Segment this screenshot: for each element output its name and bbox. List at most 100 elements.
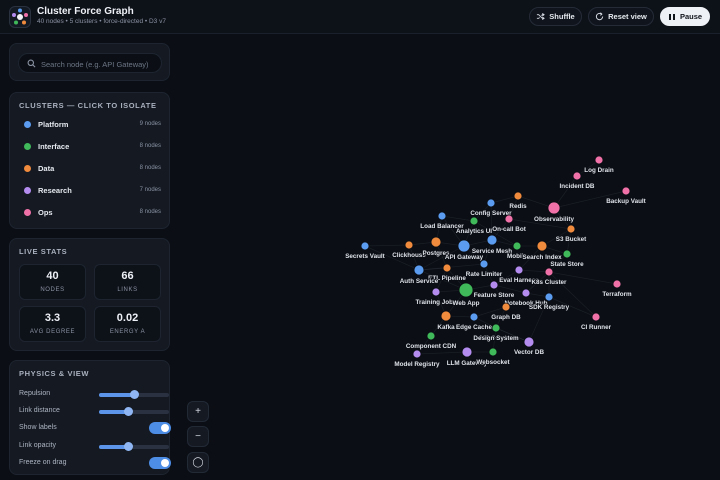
- search-panel: [9, 43, 170, 81]
- node-circle[interactable]: [562, 249, 572, 259]
- cluster-color-dot: [24, 187, 31, 194]
- node-circle[interactable]: [479, 259, 489, 269]
- node-circle[interactable]: [504, 214, 514, 224]
- show-labels-toggle[interactable]: [149, 422, 171, 434]
- node-circle[interactable]: [431, 287, 441, 297]
- node-circle[interactable]: [442, 263, 452, 273]
- node-circle[interactable]: [591, 312, 601, 322]
- node-circle[interactable]: [440, 310, 452, 322]
- node-circle[interactable]: [544, 292, 554, 302]
- node-circle[interactable]: [360, 241, 370, 251]
- graph-node[interactable]: Search Index: [522, 240, 563, 262]
- node-circle[interactable]: [486, 198, 496, 208]
- slider-handle[interactable]: [124, 407, 134, 416]
- graph-link: [441, 215, 475, 222]
- cluster-name: Platform: [38, 120, 69, 129]
- physics-panel: PHYSICS & VIEW Repulsion Link distance S…: [9, 360, 171, 475]
- graph-node[interactable]: Backup Vault: [605, 186, 647, 206]
- node-circle[interactable]: [572, 171, 582, 181]
- node-circle[interactable]: [426, 331, 436, 341]
- cluster-item-interface[interactable]: Interface 8 nodes: [16, 138, 164, 156]
- stat-label: AVG DEGREE: [29, 329, 76, 335]
- graph-node[interactable]: Incident DB: [559, 171, 596, 191]
- graph-node[interactable]: Redis: [509, 191, 528, 211]
- node-circle[interactable]: [513, 191, 523, 201]
- graph-node[interactable]: Observability: [533, 201, 575, 224]
- graph-node[interactable]: Log Drain: [584, 155, 615, 175]
- cluster-color-dot: [24, 165, 31, 172]
- node-circle[interactable]: [514, 265, 524, 275]
- node-circle[interactable]: [413, 264, 425, 276]
- reset-icon: [595, 12, 604, 21]
- fit-view-button[interactable]: ◯: [187, 452, 209, 473]
- node-circle[interactable]: [491, 323, 501, 333]
- node-circle[interactable]: [457, 239, 471, 253]
- repulsion-label: Repulsion: [19, 390, 51, 397]
- node-circle[interactable]: [612, 279, 622, 289]
- graph-node[interactable]: Edge Cache: [455, 312, 493, 332]
- graph-node[interactable]: S3 Bucket: [555, 224, 588, 244]
- node-circle[interactable]: [544, 267, 554, 277]
- zoom-out-button[interactable]: −: [187, 426, 209, 447]
- repulsion-slider[interactable]: [99, 390, 169, 399]
- slider-handle[interactable]: [124, 442, 134, 451]
- link-opacity-control: Link opacity: [19, 441, 169, 453]
- graph-node[interactable]: Rate Limiter: [465, 259, 504, 279]
- link-distance-control: Link distance: [19, 406, 169, 418]
- node-label: Incident DB: [560, 183, 595, 190]
- node-label: Terraform: [602, 291, 632, 298]
- node-circle[interactable]: [469, 312, 479, 322]
- node-circle[interactable]: [501, 302, 511, 312]
- stat-value: 40: [46, 270, 59, 282]
- cluster-item-data[interactable]: Data 8 nodes: [16, 160, 164, 178]
- link-distance-label: Link distance: [19, 407, 60, 414]
- node-circle[interactable]: [523, 336, 535, 348]
- stat-energy: 0.02 ENERGY A: [94, 306, 161, 342]
- cluster-item-research[interactable]: Research 7 nodes: [16, 182, 164, 200]
- cluster-item-platform[interactable]: Platform 9 nodes: [16, 116, 164, 134]
- node-circle[interactable]: [430, 236, 442, 248]
- graph-node[interactable]: Model Registry: [394, 349, 441, 369]
- search-input[interactable]: [41, 56, 157, 72]
- shuffle-button[interactable]: Shuffle: [529, 7, 582, 26]
- graph-node[interactable]: Secrets Vault: [344, 241, 386, 261]
- graph-node[interactable]: Terraform: [602, 279, 633, 299]
- node-circle[interactable]: [488, 347, 498, 357]
- graph-node[interactable]: Service Mesh: [471, 234, 513, 256]
- node-circle[interactable]: [404, 240, 414, 250]
- cluster-item-ops[interactable]: Ops 8 nodes: [16, 204, 164, 222]
- node-label: Rate Limiter: [466, 271, 503, 278]
- node-circle[interactable]: [489, 280, 499, 290]
- app-logo-icon: [9, 6, 31, 28]
- zoom-in-button[interactable]: +: [187, 401, 209, 422]
- graph-node[interactable]: Kafka: [437, 310, 456, 332]
- search-box[interactable]: [18, 53, 162, 73]
- slider-handle[interactable]: [130, 390, 139, 399]
- link-opacity-slider[interactable]: [99, 442, 169, 451]
- pause-button[interactable]: Pause: [660, 7, 710, 26]
- reset-view-button[interactable]: Reset view: [588, 7, 654, 26]
- node-circle[interactable]: [521, 288, 531, 298]
- node-label: Feature Store: [474, 292, 515, 299]
- force-graph-canvas[interactable]: Log Drain Incident DB Backup Vault Redis Obs…: [178, 34, 720, 480]
- node-circle[interactable]: [594, 155, 604, 165]
- stat-value: 3.3: [44, 312, 61, 324]
- node-label: Component CDN: [406, 343, 457, 350]
- node-circle[interactable]: [437, 211, 447, 221]
- node-circle[interactable]: [486, 234, 498, 246]
- graph-node[interactable]: Component CDN: [405, 331, 457, 351]
- node-circle[interactable]: [566, 224, 576, 234]
- freeze-toggle[interactable]: [149, 457, 171, 469]
- link-distance-slider[interactable]: [99, 407, 169, 416]
- node-circle[interactable]: [461, 346, 473, 358]
- node-circle[interactable]: [536, 240, 548, 252]
- node-circle[interactable]: [412, 349, 422, 359]
- node-circle[interactable]: [621, 186, 631, 196]
- graph-node[interactable]: On-call Bot: [491, 214, 527, 234]
- node-circle[interactable]: [458, 282, 474, 298]
- graph-node[interactable]: Websocket: [476, 347, 511, 367]
- node-circle[interactable]: [547, 201, 561, 215]
- node-circle[interactable]: [469, 216, 479, 226]
- graph-node[interactable]: CI Runner: [580, 312, 612, 332]
- node-circle[interactable]: [512, 241, 522, 251]
